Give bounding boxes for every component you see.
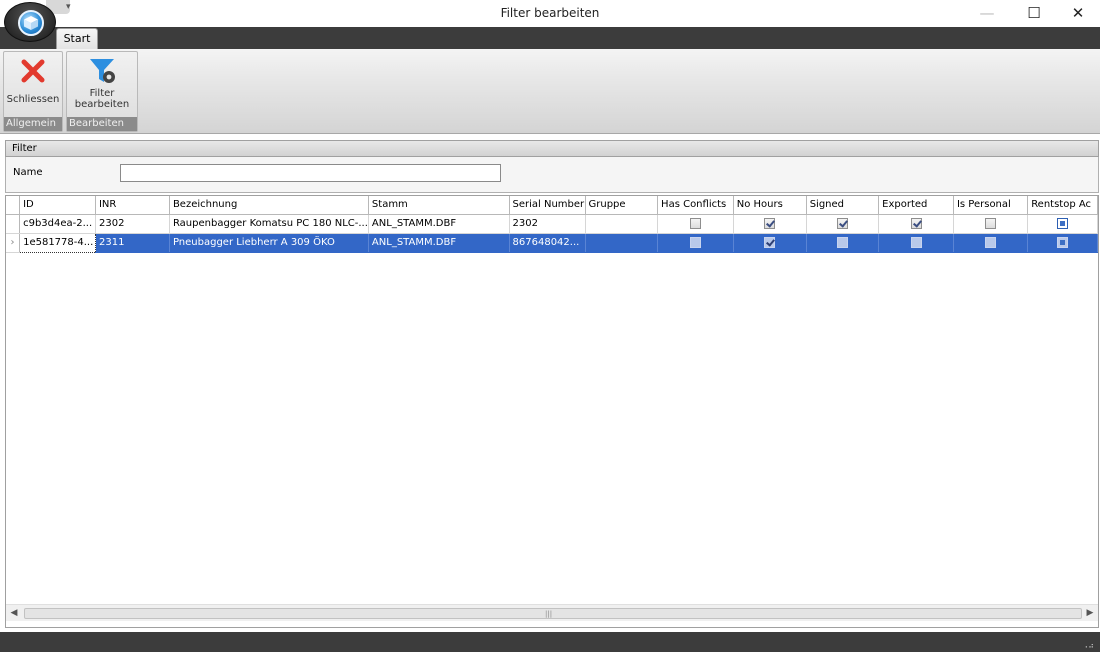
maximize-button[interactable]: ☐ bbox=[1011, 0, 1057, 27]
cell-no-hours[interactable] bbox=[733, 214, 807, 234]
ribbon-group-allgemein: Schliessen Allgemein bbox=[3, 51, 63, 132]
cell-serial-number[interactable]: 867648042... bbox=[509, 233, 586, 253]
scrollbar-grip-icon: ||| bbox=[545, 610, 553, 618]
cell-has-conflicts[interactable] bbox=[657, 214, 734, 234]
cell-rentstop[interactable] bbox=[1027, 214, 1098, 234]
no-hours-checkbox[interactable] bbox=[764, 217, 776, 229]
ribbon: Schliessen Allgemein Filter bearbeiten B… bbox=[0, 49, 1100, 134]
column-header-no-hours[interactable]: No Hours bbox=[733, 196, 807, 215]
column-header-exported[interactable]: Exported bbox=[878, 196, 954, 215]
filter-gear-icon bbox=[90, 59, 115, 83]
data-grid[interactable]: ID INR Bezeichnung Stamm Serial Number G… bbox=[5, 195, 1099, 628]
cell-inr[interactable]: 2302 bbox=[95, 214, 170, 234]
column-header-signed[interactable]: Signed bbox=[806, 196, 880, 215]
cell-exported[interactable] bbox=[878, 233, 954, 253]
cell-id[interactable]: 1e581778-4... bbox=[19, 232, 96, 253]
cell-bezeichnung[interactable]: Pneubagger Liebherr A 309 ÖKO bbox=[169, 233, 369, 253]
ribbon-tab-strip bbox=[0, 27, 1100, 49]
cell-gruppe[interactable] bbox=[585, 214, 659, 234]
table-row[interactable]: c9b3d4ea-2... 2302 Raupenbagger Komatsu … bbox=[6, 214, 1098, 234]
close-window-button[interactable]: ✕ bbox=[1055, 0, 1100, 27]
title-bar: ▾ Filter bearbeiten — ☐ ✕ bbox=[0, 0, 1100, 27]
signed-checkbox[interactable] bbox=[836, 217, 848, 229]
scroll-left-icon[interactable]: ◀ bbox=[8, 607, 20, 619]
exported-checkbox[interactable] bbox=[910, 217, 922, 229]
cell-has-conflicts[interactable] bbox=[657, 233, 734, 253]
rentstop-checkbox[interactable] bbox=[1057, 236, 1069, 248]
close-x-icon bbox=[21, 59, 45, 83]
no-hours-checkbox[interactable] bbox=[764, 236, 776, 248]
cell-stamm[interactable]: ANL_STAMM.DBF bbox=[368, 233, 510, 253]
scroll-right-icon[interactable]: ▶ bbox=[1084, 607, 1096, 619]
group-label-allgemein: Allgemein bbox=[4, 117, 62, 131]
column-header-is-personal[interactable]: Is Personal bbox=[953, 196, 1029, 215]
scrollbar-thumb[interactable]: ||| bbox=[24, 608, 1082, 619]
group-label-bearbeiten: Bearbeiten bbox=[67, 117, 137, 131]
filter-panel: Name bbox=[5, 157, 1099, 193]
column-header-gruppe[interactable]: Gruppe bbox=[585, 196, 659, 215]
name-input[interactable] bbox=[120, 164, 501, 182]
minimize-button[interactable]: — bbox=[964, 0, 1010, 27]
column-header-inr[interactable]: INR bbox=[95, 196, 170, 215]
filter-label-line1: Filter bbox=[89, 88, 115, 99]
status-bar: ⠠⠴ bbox=[0, 632, 1100, 652]
cell-is-personal[interactable] bbox=[953, 214, 1029, 234]
grid-header-row: ID INR Bezeichnung Stamm Serial Number G… bbox=[6, 196, 1098, 215]
cell-gruppe[interactable] bbox=[585, 233, 659, 253]
row-indicator[interactable]: › bbox=[6, 233, 21, 253]
cell-no-hours[interactable] bbox=[733, 233, 807, 253]
tab-start[interactable]: Start bbox=[56, 28, 98, 49]
bottom-strip bbox=[0, 652, 1100, 656]
cell-inr[interactable]: 2311 bbox=[95, 233, 170, 253]
cell-bezeichnung[interactable]: Raupenbagger Komatsu PC 180 NLC-... bbox=[169, 214, 369, 234]
name-label: Name bbox=[13, 167, 43, 178]
has-conflicts-checkbox[interactable] bbox=[689, 217, 701, 229]
cell-rentstop[interactable] bbox=[1027, 233, 1098, 253]
resize-grip-icon[interactable]: ⠠⠴ bbox=[1082, 642, 1094, 650]
window-title: Filter bearbeiten bbox=[500, 6, 600, 20]
schliessen-button[interactable]: Schliessen bbox=[5, 53, 61, 117]
row-indicator-header bbox=[6, 196, 21, 215]
cell-is-personal[interactable] bbox=[953, 233, 1029, 253]
is-personal-checkbox[interactable] bbox=[985, 217, 997, 229]
cell-signed[interactable] bbox=[806, 233, 880, 253]
schliessen-label: Schliessen bbox=[6, 94, 60, 105]
rentstop-checkbox[interactable] bbox=[1057, 217, 1069, 229]
cell-exported[interactable] bbox=[878, 214, 954, 234]
cell-stamm[interactable]: ANL_STAMM.DBF bbox=[368, 214, 510, 234]
app-cube-icon bbox=[18, 10, 44, 36]
row-indicator[interactable] bbox=[6, 214, 21, 234]
ribbon-group-bearbeiten: Filter bearbeiten Bearbeiten bbox=[66, 51, 138, 132]
is-personal-checkbox[interactable] bbox=[985, 236, 997, 248]
cell-signed[interactable] bbox=[806, 214, 880, 234]
column-header-serial-number[interactable]: Serial Number bbox=[509, 196, 586, 215]
exported-checkbox[interactable] bbox=[910, 236, 922, 248]
column-header-bezeichnung[interactable]: Bezeichnung bbox=[169, 196, 369, 215]
column-header-rentstop[interactable]: Rentstop Ac bbox=[1027, 196, 1098, 215]
filter-panel-header[interactable]: Filter bbox=[5, 140, 1099, 157]
application-menu-button[interactable] bbox=[4, 2, 56, 42]
filter-label-line2: bearbeiten bbox=[74, 99, 130, 110]
filter-bearbeiten-button[interactable]: Filter bearbeiten bbox=[68, 53, 136, 117]
column-header-stamm[interactable]: Stamm bbox=[368, 196, 510, 215]
has-conflicts-checkbox[interactable] bbox=[689, 236, 701, 248]
column-header-has-conflicts[interactable]: Has Conflicts bbox=[657, 196, 734, 215]
column-header-id[interactable]: ID bbox=[19, 196, 96, 215]
cell-id[interactable]: c9b3d4ea-2... bbox=[19, 214, 96, 234]
horizontal-scrollbar[interactable]: ◀ ||| ▶ bbox=[6, 604, 1098, 621]
table-row-selected[interactable]: › 1e581778-4... 2311 Pneubagger Liebherr… bbox=[6, 232, 1098, 253]
cell-serial-number[interactable]: 2302 bbox=[509, 214, 586, 234]
signed-checkbox[interactable] bbox=[836, 236, 848, 248]
